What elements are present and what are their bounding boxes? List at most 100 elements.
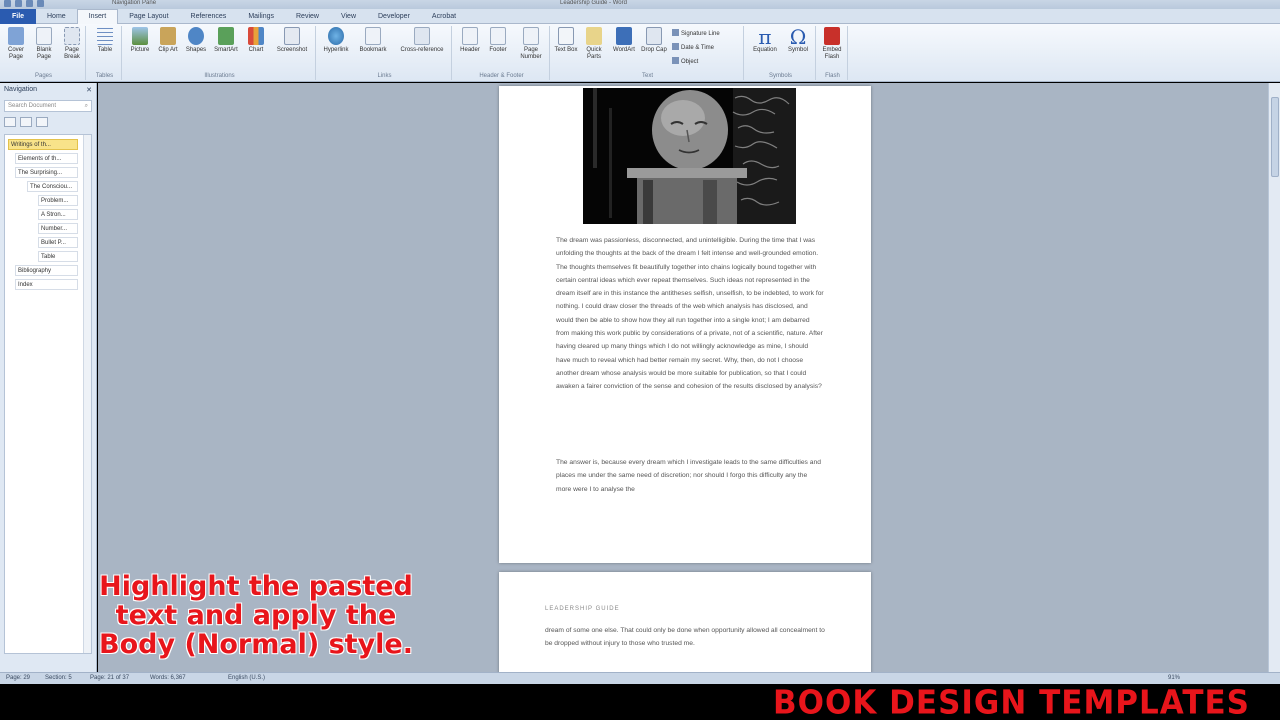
illustrations-group-label: Illustrations	[204, 73, 235, 79]
links-group-label: Links	[377, 73, 392, 79]
navigation-search-input[interactable]: Search Document ⌕	[4, 100, 92, 112]
shapes-icon	[188, 27, 204, 45]
nav-heading-item[interactable]: Index	[15, 279, 78, 290]
status-bar: Page: 29 Section: 5 Page: 21 of 37 Words…	[0, 672, 1280, 684]
nav-heading-item[interactable]: Bullet P...	[38, 237, 78, 248]
status-language[interactable]: English (U.S.)	[228, 673, 265, 684]
pages-view-icon[interactable]	[20, 117, 32, 127]
navigation-headings-list: Writings of th... Elements of th... The …	[4, 134, 92, 654]
tab-developer[interactable]: Developer	[367, 9, 421, 24]
nav-heading-item[interactable]: Bibliography	[15, 265, 78, 276]
flash-icon	[824, 27, 840, 45]
embed-flash-button[interactable]: Embed Flash	[818, 27, 846, 61]
picture-button[interactable]: Picture	[126, 27, 154, 54]
clip-art-icon	[160, 27, 176, 45]
scrollbar-thumb[interactable]	[1271, 97, 1279, 177]
quick-access-toolbar[interactable]	[4, 0, 44, 7]
nav-heading-item[interactable]: Writings of th...	[8, 139, 78, 150]
headings-view-icon[interactable]	[4, 117, 16, 127]
status-zoom[interactable]: 91%	[1168, 673, 1180, 684]
signature-line-button[interactable]: Signature Line	[672, 29, 720, 38]
screenshot-button[interactable]: Screenshot	[274, 27, 310, 54]
hyperlink-button[interactable]: Hyperlink	[320, 27, 352, 54]
blank-page-button[interactable]: Blank Page	[30, 27, 58, 61]
text-box-button[interactable]: Text Box	[552, 27, 580, 54]
redo-icon[interactable]	[37, 0, 44, 7]
chart-button[interactable]: Chart	[242, 27, 270, 54]
equation-button[interactable]: π Equation	[748, 27, 782, 54]
drop-cap-button[interactable]: Drop Cap	[640, 27, 668, 54]
status-page-of[interactable]: Page: 21 of 37	[90, 673, 129, 684]
picture-icon	[132, 27, 148, 45]
nav-heading-item[interactable]: Elements of th...	[15, 153, 78, 164]
date-time-button[interactable]: Date & Time	[672, 43, 714, 52]
tab-insert[interactable]: Insert	[76, 8, 119, 24]
navigation-view-tabs	[4, 116, 92, 128]
cross-reference-button[interactable]: Cross-reference	[394, 27, 450, 54]
save-icon[interactable]	[15, 0, 22, 7]
tab-acrobat[interactable]: Acrobat	[421, 9, 467, 24]
status-words[interactable]: Words: 6,367	[150, 673, 186, 684]
file-tab[interactable]: File	[0, 8, 36, 24]
bookmark-button[interactable]: Bookmark	[356, 27, 390, 54]
status-page[interactable]: Page: 29	[6, 673, 30, 684]
cover-page-button[interactable]: Cover Page	[2, 27, 30, 61]
chart-icon	[248, 27, 264, 45]
quick-parts-button[interactable]: Quick Parts	[580, 27, 608, 61]
undo-icon[interactable]	[26, 0, 33, 7]
tab-page-layout[interactable]: Page Layout	[118, 9, 179, 24]
globe-icon	[328, 27, 344, 45]
tab-view[interactable]: View	[330, 9, 367, 24]
status-section[interactable]: Section: 5	[45, 673, 72, 684]
blank-page-icon	[36, 27, 52, 45]
body-paragraph[interactable]: The dream was passionless, disconnected,…	[556, 234, 824, 394]
header-button[interactable]: Header	[456, 27, 484, 54]
page-number-icon	[523, 27, 539, 45]
tab-mailings[interactable]: Mailings	[237, 9, 285, 24]
flash-group: Embed Flash Flash	[818, 26, 848, 80]
window-title: Leadership Guide - Word	[560, 0, 627, 6]
navigation-scrollbar[interactable]	[83, 135, 91, 653]
page-number-button[interactable]: Page Number	[514, 27, 548, 61]
nav-heading-item[interactable]: The Surprising...	[15, 167, 78, 178]
clip-art-button[interactable]: Clip Art	[154, 27, 182, 54]
running-header: LEADERSHIP GUIDE	[545, 606, 620, 612]
footer-button[interactable]: Footer	[484, 27, 512, 54]
body-paragraph[interactable]: dream of some one else. That could only …	[545, 624, 825, 651]
nav-heading-item[interactable]: Number...	[38, 223, 78, 234]
document-image[interactable]	[583, 88, 796, 224]
shapes-button[interactable]: Shapes	[182, 27, 210, 54]
nav-heading-item[interactable]: A Stron...	[38, 209, 78, 220]
search-icon[interactable]: ⌕	[85, 103, 88, 109]
object-button[interactable]: Object	[672, 57, 698, 66]
vertical-scrollbar[interactable]	[1268, 83, 1280, 672]
brand-title: BOOK DESIGN TEMPLATES	[773, 684, 1250, 720]
tab-review[interactable]: Review	[285, 9, 330, 24]
table-button[interactable]: Table	[91, 27, 119, 54]
object-icon	[672, 57, 679, 64]
page-break-icon	[64, 27, 80, 45]
tab-references[interactable]: References	[180, 9, 238, 24]
navigation-title: Navigation	[4, 86, 38, 93]
close-icon[interactable]: ✕	[86, 86, 92, 94]
nav-heading-item[interactable]: The Consciou...	[27, 181, 78, 192]
search-placeholder: Search Document	[8, 103, 57, 109]
links-group: Hyperlink Bookmark Cross-reference Links	[318, 26, 452, 80]
smartart-button[interactable]: SmartArt	[212, 27, 240, 54]
body-paragraph[interactable]: The answer is, because every dream which…	[556, 456, 824, 496]
symbol-button[interactable]: Ω Symbol	[784, 27, 812, 54]
word-icon	[4, 0, 11, 7]
header-icon	[462, 27, 478, 45]
nav-heading-item[interactable]: Problem...	[38, 195, 78, 206]
page-break-button[interactable]: Page Break	[58, 27, 86, 61]
nav-heading-item[interactable]: Table	[38, 251, 78, 262]
tab-home[interactable]: Home	[36, 9, 77, 24]
footer-icon	[490, 27, 506, 45]
statue-photo	[583, 88, 796, 224]
results-view-icon[interactable]	[36, 117, 48, 127]
document-page[interactable]: LEADERSHIP GUIDE dream of some one else.…	[499, 572, 871, 672]
pages-group: Cover Page Blank Page Page Break Pages	[2, 26, 86, 80]
wordart-button[interactable]: WordArt	[610, 27, 638, 54]
flash-group-label: Flash	[825, 73, 840, 79]
document-page[interactable]: The dream was passionless, disconnected,…	[499, 86, 871, 563]
